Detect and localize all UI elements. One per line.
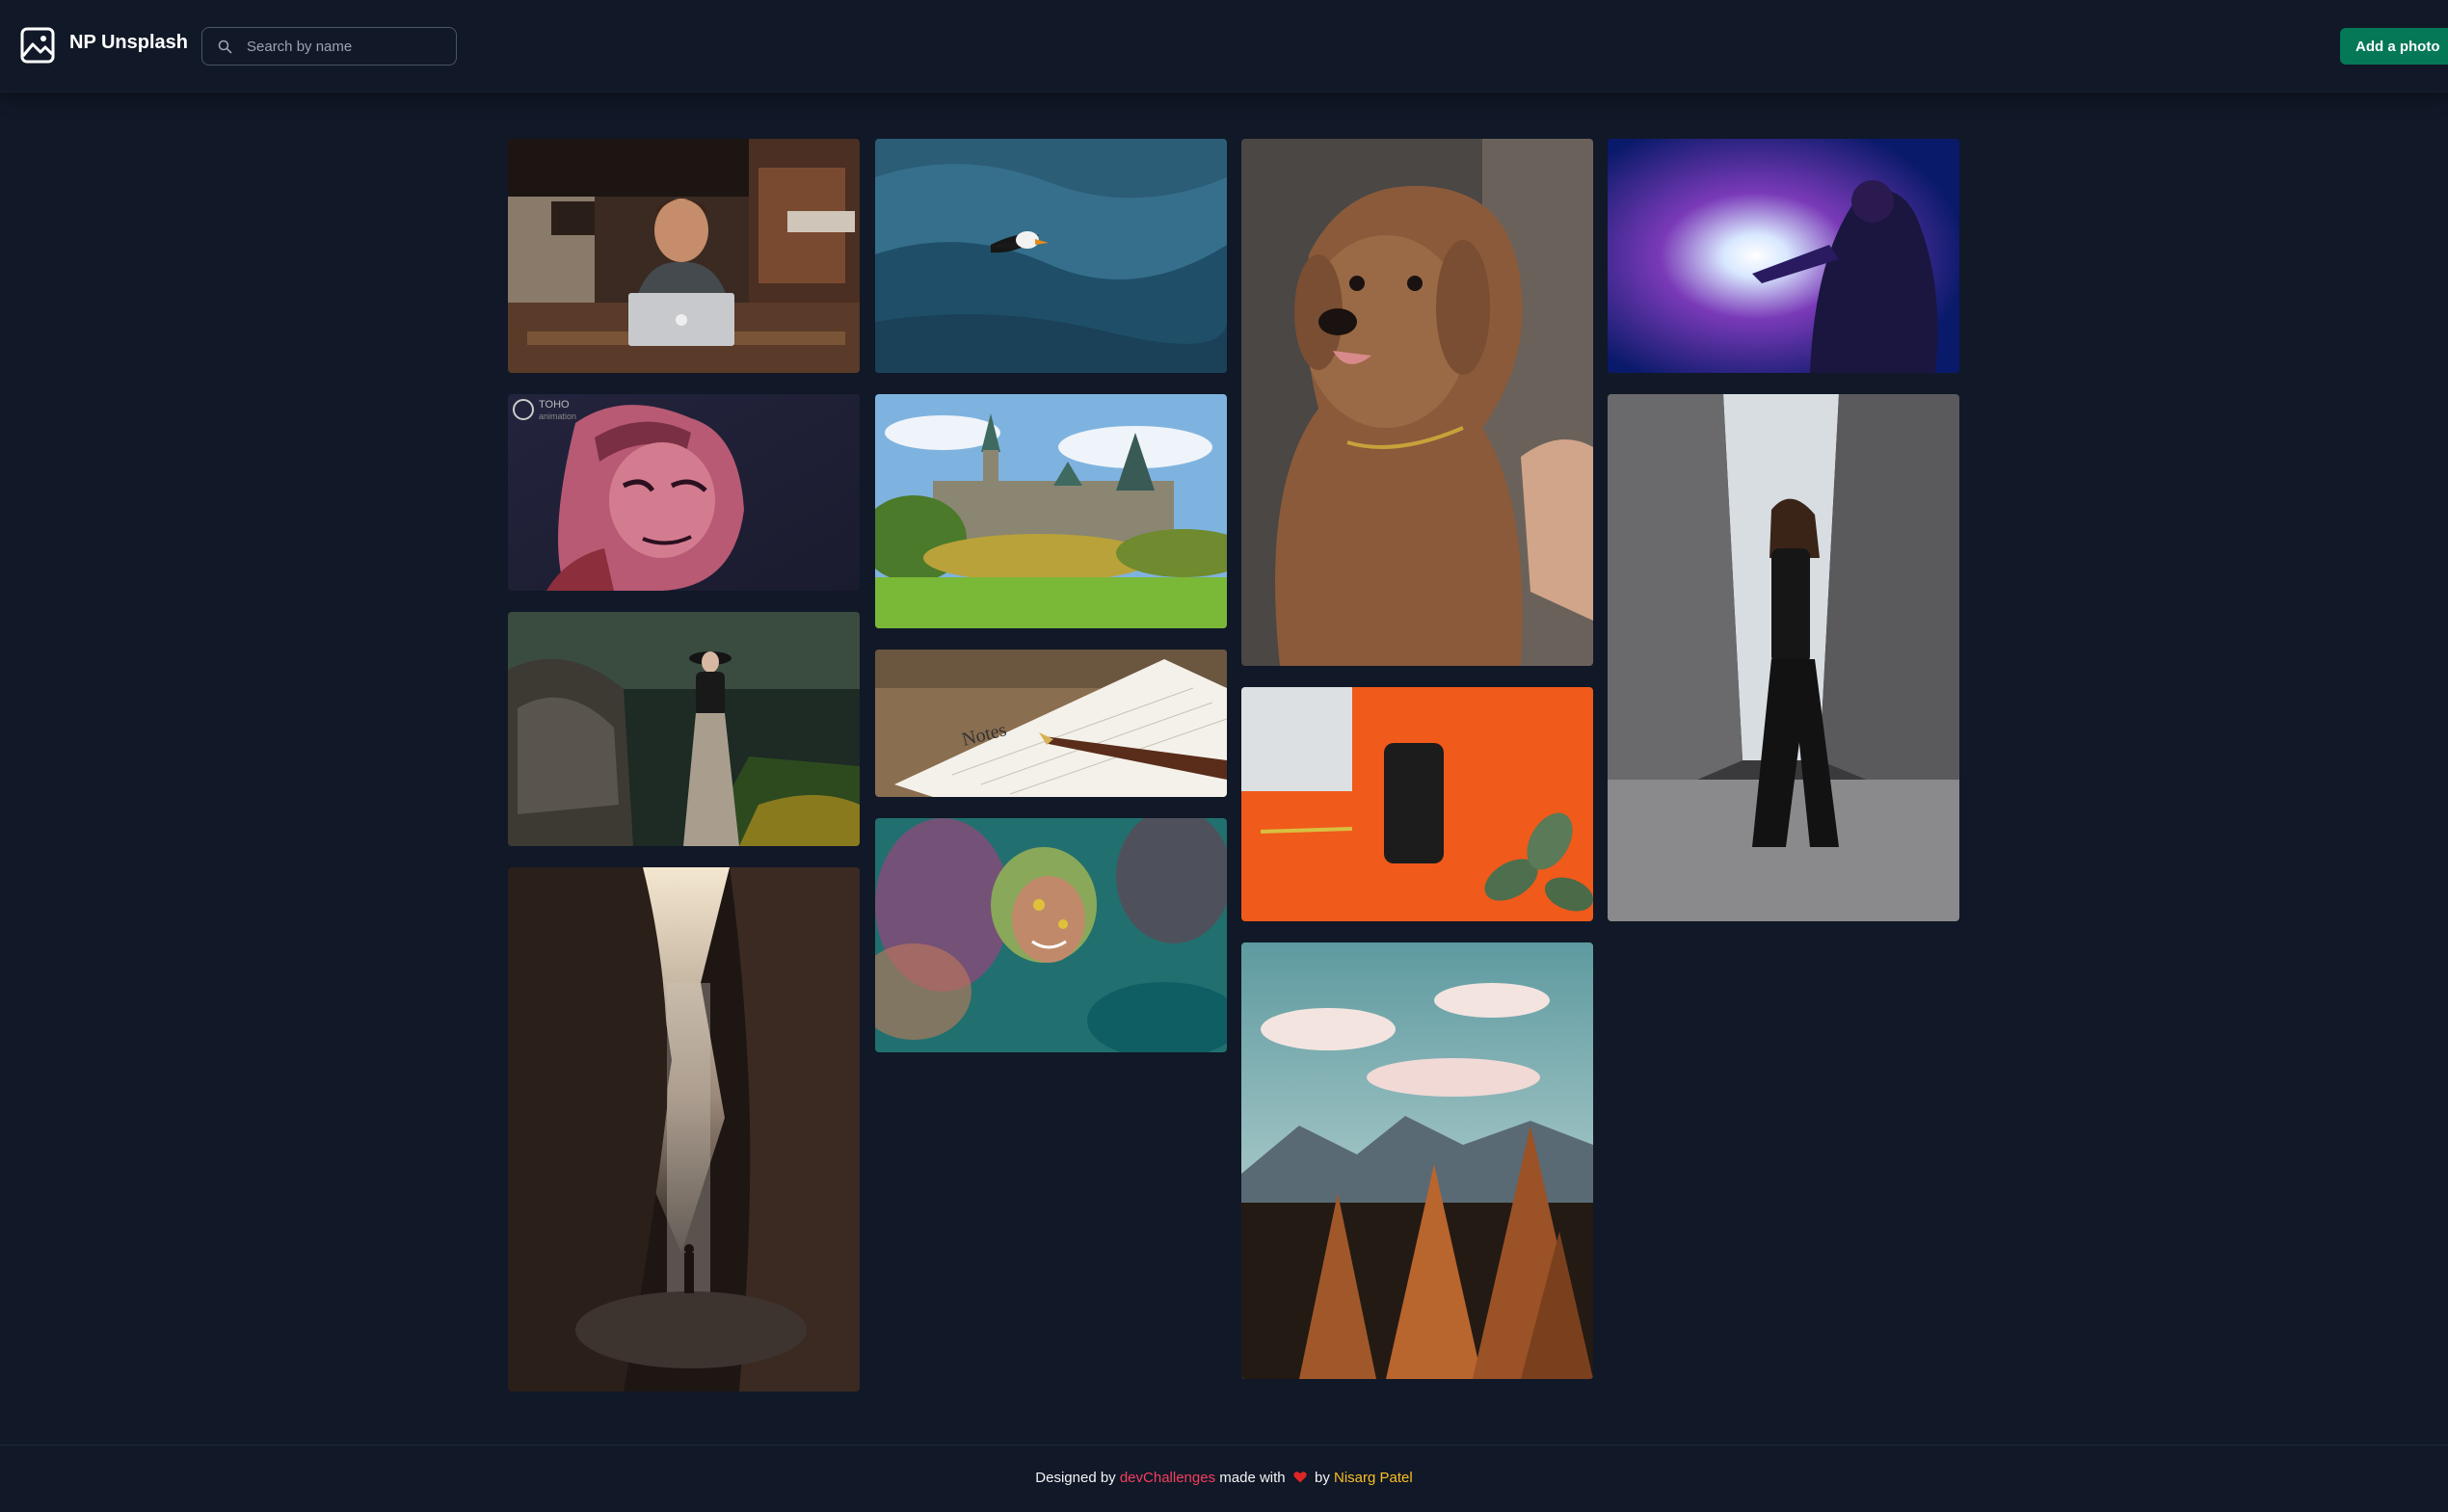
photo-woman-under-bridge-image	[1608, 394, 1959, 921]
photo-orange-desk-phone-image	[1241, 687, 1593, 921]
photo-mountain-pines[interactable]	[1241, 942, 1593, 1379]
photo-woman-hat-forest[interactable]	[508, 612, 860, 846]
search-input[interactable]	[247, 28, 449, 65]
photo-anime-character-image: TOHO animation	[508, 394, 860, 591]
photo-man-laptop-cafe-image	[508, 139, 860, 373]
author-link[interactable]: Nisarg Patel	[1334, 1470, 1413, 1486]
photo-mountain-pines-image	[1241, 942, 1593, 1379]
image-icon[interactable]	[20, 27, 55, 64]
brand-name[interactable]: NP Unsplash	[69, 32, 188, 54]
footer-by: by	[1314, 1470, 1330, 1486]
photo-puffin-ocean-image	[875, 139, 1227, 373]
photo-curly-dog[interactable]	[1241, 139, 1593, 666]
photo-cave-waterfall-image	[508, 867, 860, 1392]
heart-icon	[1293, 1472, 1307, 1483]
search-box[interactable]	[201, 27, 457, 66]
footer-made-with: made with	[1219, 1470, 1286, 1486]
photo-parliament-castle-image	[875, 394, 1227, 628]
footer: Designed by devChallenges made with by N…	[0, 1470, 2448, 1486]
photo-man-laptop-cafe[interactable]	[508, 139, 860, 373]
svg-text:TOHO: TOHO	[539, 399, 570, 411]
photo-puffin-ocean[interactable]	[875, 139, 1227, 373]
photo-anime-character[interactable]: TOHO animation	[508, 394, 860, 591]
photo-curly-dog-image	[1241, 139, 1593, 666]
svg-text:animation: animation	[539, 411, 576, 421]
photo-projector-light-image	[1608, 139, 1959, 373]
add-photo-button[interactable]: Add a photo	[2340, 28, 2448, 65]
photo-girl-holi-colors-image	[875, 818, 1227, 1052]
photo-notebook-pen[interactable]: Notes	[875, 650, 1227, 797]
photo-woman-hat-forest-image	[508, 612, 860, 846]
photo-woman-under-bridge[interactable]	[1608, 394, 1959, 921]
photo-parliament-castle[interactable]	[875, 394, 1227, 628]
photo-projector-light[interactable]	[1608, 139, 1959, 373]
devchallenges-link[interactable]: devChallenges	[1120, 1470, 1215, 1486]
search-icon	[218, 40, 232, 54]
photo-orange-desk-phone[interactable]	[1241, 687, 1593, 921]
photo-cave-waterfall[interactable]	[508, 867, 860, 1392]
photo-girl-holi-colors[interactable]	[875, 818, 1227, 1052]
footer-prefix: Designed by	[1035, 1470, 1116, 1486]
top-navbar: NP Unsplash Add a photo	[0, 0, 2448, 93]
footer-divider	[0, 1445, 2448, 1446]
photo-notebook-pen-image: Notes	[875, 650, 1227, 797]
